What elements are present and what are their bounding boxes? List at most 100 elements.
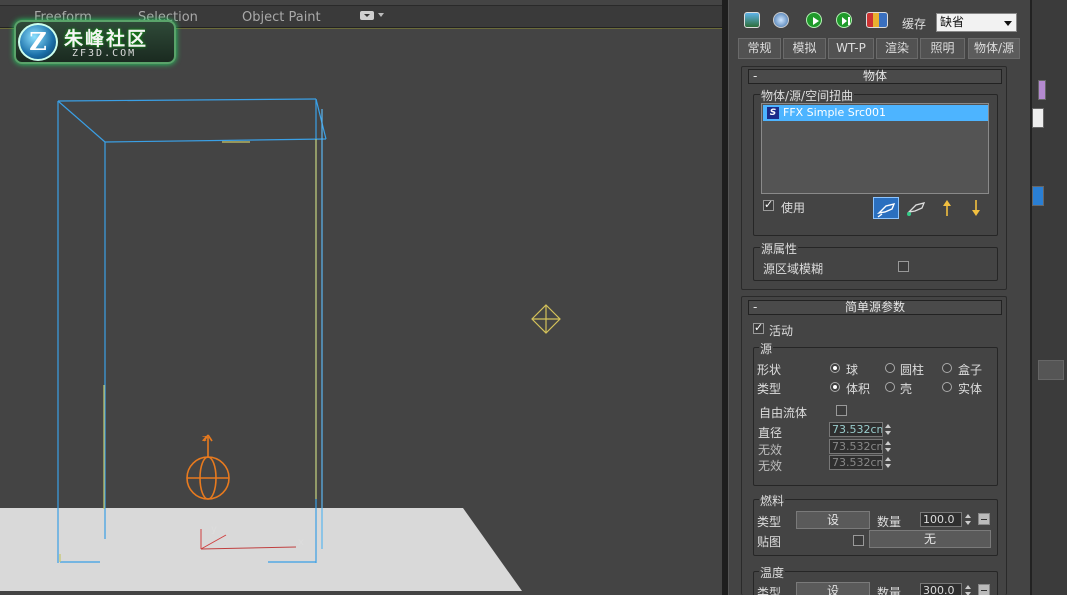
type-shell-label: 壳 — [900, 382, 913, 396]
free-flow-checkbox[interactable] — [836, 405, 847, 416]
dropdown-fragment — [1032, 108, 1044, 128]
axis-y-label: y — [211, 524, 217, 535]
tab-object-paint[interactable]: Object Paint — [242, 10, 321, 25]
source-group-label: 源 — [759, 340, 774, 357]
collapse-icon[interactable]: - — [753, 70, 757, 83]
fuel-map-checkbox[interactable] — [853, 535, 864, 546]
fuel-amount-label: 数量 — [877, 515, 902, 529]
arrow-up-icon — [943, 200, 951, 216]
logo-title: 朱峰社区 — [64, 28, 149, 50]
fuel-set-button[interactable]: 设 — [796, 511, 870, 529]
source-blur-checkbox[interactable] — [898, 261, 909, 272]
diameter-spinner-arrows[interactable] — [884, 422, 893, 437]
objects-group-label: 物体/源/空间扭曲 — [760, 87, 855, 104]
tab-illumination[interactable]: 照明 — [920, 38, 965, 59]
play-once-icon[interactable] — [836, 12, 852, 28]
pick-hand-icon — [876, 202, 896, 218]
chevron-down-icon[interactable] — [378, 13, 384, 17]
shape-box-radio[interactable] — [942, 363, 952, 373]
temp-set-button[interactable]: 设 — [796, 582, 870, 595]
simple-source-rollout-header[interactable]: - 简单源参数 — [748, 300, 1002, 315]
collapse-icon[interactable]: - — [753, 301, 757, 314]
temp-amount-spinner[interactable]: 300.0 — [920, 583, 962, 595]
free-flow-label: 自由流体 — [759, 406, 808, 420]
app-window: Freeform Selection Object Paint y x z Z … — [0, 0, 1067, 595]
pick-list-icon — [907, 202, 926, 216]
temp-type-label: 类型 — [757, 586, 782, 595]
shape-sphere-radio[interactable] — [830, 363, 840, 373]
point-helper-icon[interactable] — [531, 304, 561, 334]
type-shell-radio[interactable] — [885, 382, 895, 392]
invalid1-spinner-arrows[interactable] — [884, 439, 893, 454]
shape-label: 形状 — [757, 363, 782, 377]
tab-simulation[interactable]: 模拟 — [783, 38, 826, 59]
diameter-spinner[interactable]: 73.532cm — [829, 422, 883, 437]
fuel-map-button[interactable]: 无 — [869, 530, 991, 548]
move-down-button[interactable] — [963, 197, 989, 219]
temperature-group-label: 温度 — [759, 564, 786, 581]
ffx-simple-source-gizmo[interactable] — [186, 434, 230, 500]
use-label: 使用 — [781, 201, 806, 215]
fuel-amount-reset-button[interactable] — [978, 513, 990, 525]
arrow-down-icon — [972, 200, 980, 216]
tab-rendering[interactable]: 渲染 — [876, 38, 918, 59]
temp-amount-spinner-arrows[interactable] — [964, 583, 973, 595]
type-label: 类型 — [757, 382, 782, 396]
render-frame-icon[interactable] — [744, 12, 760, 28]
use-checkbox[interactable] — [763, 198, 774, 211]
tab-wtp[interactable]: WT-P — [828, 38, 874, 59]
play-icon[interactable] — [806, 12, 822, 28]
shape-cylinder-radio[interactable] — [885, 363, 895, 373]
type-solid-radio[interactable] — [942, 382, 952, 392]
logo-subtitle: ZF3D.COM — [72, 48, 137, 59]
invalid1-spinner[interactable]: 73.532cm — [829, 439, 883, 454]
invalid1-label: 无效 — [758, 443, 783, 457]
list-item-label: FFX Simple Src001 — [783, 106, 887, 119]
fuel-map-label: 贴图 — [757, 535, 782, 549]
temp-amount-label: 数量 — [877, 586, 902, 595]
simple-source-rollout-title: 简单源参数 — [844, 300, 905, 314]
temp-amount-reset-button[interactable] — [978, 584, 990, 595]
active-checkbox[interactable] — [753, 321, 764, 334]
tab-general[interactable]: 常规 — [738, 38, 781, 59]
ribbon-top-edge — [0, 0, 722, 6]
source-blur-label: 源区域模糊 — [763, 262, 824, 276]
object-rollout-header[interactable]: - 物体 — [748, 69, 1002, 84]
color-swatch-fragment — [1038, 80, 1046, 100]
cache-dropdown[interactable]: 缺省 — [936, 13, 1017, 32]
simple-source-icon: S — [767, 107, 779, 119]
axis-z-label: z — [202, 434, 207, 444]
cache-label: 缓存 — [902, 17, 927, 31]
fuel-amount-spinner[interactable]: 100.0 — [920, 512, 962, 527]
invalid2-label: 无效 — [758, 459, 783, 473]
shape-cylinder-label: 圆柱 — [900, 363, 925, 377]
source-object-list[interactable]: S FFX Simple Src001 — [761, 103, 989, 194]
library-icon[interactable] — [866, 12, 888, 28]
object-rollout-title: 物体 — [862, 69, 887, 83]
zf3d-logo: Z 朱峰社区 ZF3D.COM — [14, 20, 176, 64]
ground-plane — [0, 508, 522, 591]
list-item[interactable]: S FFX Simple Src001 — [763, 105, 988, 121]
move-up-button[interactable] — [934, 197, 960, 219]
command-panel-edge — [1030, 0, 1067, 595]
fuel-amount-spinner-arrows[interactable] — [964, 512, 973, 527]
diameter-label: 直径 — [758, 426, 783, 440]
render-setup-icon[interactable] — [773, 12, 789, 28]
type-solid-label: 实体 — [958, 382, 983, 396]
viewport-scene: y x z — [0, 98, 561, 591]
invalid2-spinner[interactable]: 73.532cm — [829, 455, 883, 470]
list-fragment — [1032, 186, 1044, 206]
type-volume-radio[interactable] — [830, 382, 840, 392]
active-label: 活动 — [769, 324, 794, 338]
pick-list-button[interactable] — [903, 197, 929, 219]
ribbon-options-dropdown[interactable] — [360, 11, 374, 20]
shape-sphere-label: 球 — [846, 363, 859, 377]
fuel-type-label: 类型 — [757, 515, 782, 529]
container-highlight-edges — [59, 139, 317, 562]
perspective-viewport[interactable]: y x z — [0, 28, 722, 595]
fuel-group-label: 燃料 — [759, 492, 786, 509]
tab-object-source[interactable]: 物体/源 — [968, 38, 1020, 59]
type-volume-label: 体积 — [846, 382, 871, 396]
pick-object-button[interactable] — [873, 197, 899, 219]
invalid2-spinner-arrows[interactable] — [884, 455, 893, 470]
